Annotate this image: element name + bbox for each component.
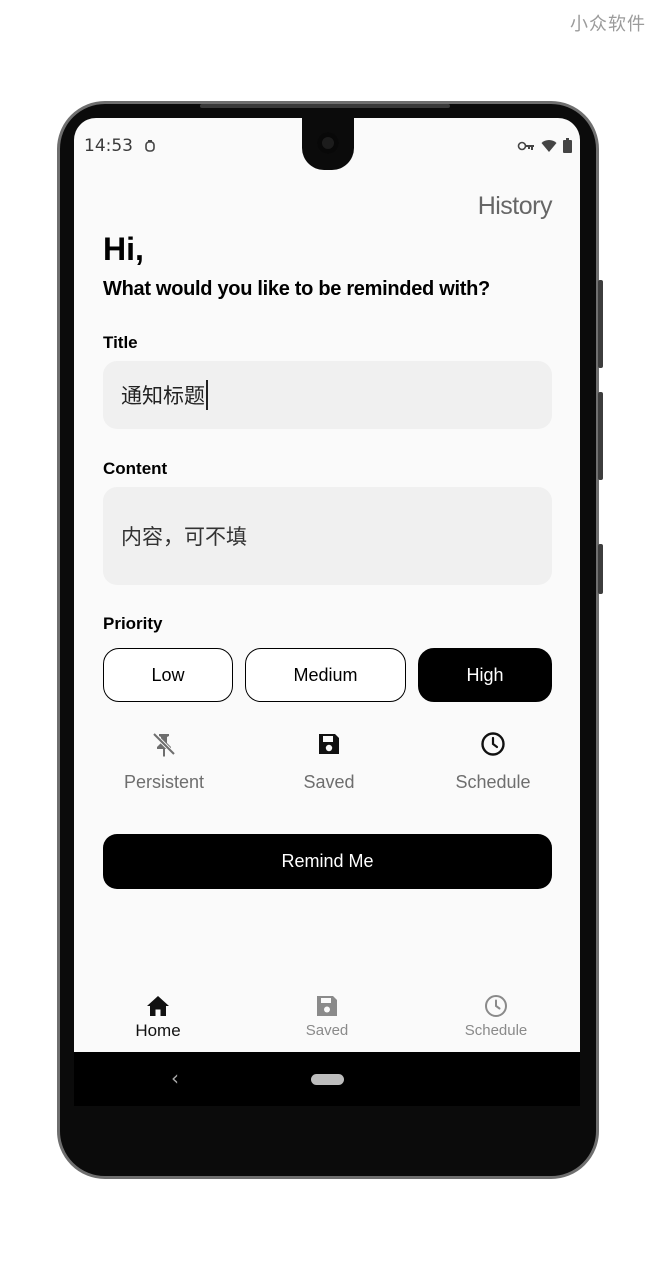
volume-up-button bbox=[598, 392, 603, 480]
saved-label: Saved bbox=[303, 772, 355, 792]
content-input[interactable]: 内容，可不填 bbox=[103, 487, 552, 585]
persistent-toggle[interactable]: Persistent bbox=[89, 730, 239, 800]
text-caret bbox=[206, 380, 208, 410]
history-link[interactable]: History bbox=[478, 192, 553, 221]
saved-toggle[interactable]: Saved bbox=[254, 730, 404, 800]
system-back-button[interactable]: ‹ bbox=[171, 1066, 179, 1090]
camera-notch bbox=[302, 118, 354, 170]
remind-me-button[interactable]: Remind Me bbox=[103, 834, 552, 889]
save-icon bbox=[317, 996, 337, 1016]
schedule-toggle[interactable]: Schedule bbox=[418, 730, 568, 800]
wifi-icon bbox=[541, 139, 557, 152]
greeting: Hi, bbox=[103, 231, 144, 267]
app-screen: 14:53 History Hi, What would you like to… bbox=[74, 118, 580, 1052]
watermark: 小众软件 bbox=[570, 14, 646, 35]
bottom-navigation: Home Saved Schedule bbox=[74, 980, 580, 1052]
title-input-value: 通知标题 bbox=[121, 384, 205, 408]
power-button bbox=[598, 280, 603, 368]
clock-icon bbox=[481, 732, 505, 756]
schedule-label: Schedule bbox=[455, 772, 531, 792]
nav-label-home: Home bbox=[135, 1021, 181, 1040]
nav-item-schedule[interactable]: Schedule bbox=[436, 994, 556, 1039]
status-icons bbox=[517, 138, 572, 153]
pin-off-icon bbox=[152, 732, 176, 757]
status-time: 14:53 bbox=[84, 136, 133, 156]
home-icon bbox=[147, 996, 169, 1016]
content-input-placeholder: 内容，可不填 bbox=[121, 525, 247, 549]
nav-label-schedule: Schedule bbox=[464, 1022, 528, 1039]
system-navigation-bar: ‹ bbox=[74, 1052, 580, 1106]
title-label: Title bbox=[103, 333, 138, 352]
priority-low-button[interactable]: Low bbox=[103, 648, 233, 702]
system-home-pill[interactable] bbox=[311, 1074, 344, 1085]
priority-high-button[interactable]: High bbox=[418, 648, 552, 702]
page-subheading: What would you like to be reminded with? bbox=[103, 278, 490, 300]
vpn-key-icon bbox=[517, 141, 534, 150]
clock-icon bbox=[485, 995, 507, 1017]
priority-selector: Low Medium High bbox=[103, 648, 552, 702]
front-camera bbox=[317, 132, 339, 154]
title-input[interactable]: 通知标题 bbox=[103, 361, 552, 429]
content-label: Content bbox=[103, 459, 168, 478]
speaker-grille bbox=[200, 104, 450, 108]
alarm-icon bbox=[145, 140, 155, 152]
battery-icon bbox=[563, 138, 572, 153]
volume-down-button bbox=[598, 544, 603, 594]
priority-medium-button[interactable]: Medium bbox=[245, 648, 406, 702]
nav-item-saved[interactable]: Saved bbox=[267, 994, 387, 1039]
save-icon bbox=[319, 734, 339, 754]
nav-label-saved: Saved bbox=[305, 1022, 349, 1039]
priority-label: Priority bbox=[103, 614, 163, 633]
nav-item-home[interactable]: Home bbox=[98, 994, 218, 1041]
persistent-label: Persistent bbox=[123, 772, 205, 792]
